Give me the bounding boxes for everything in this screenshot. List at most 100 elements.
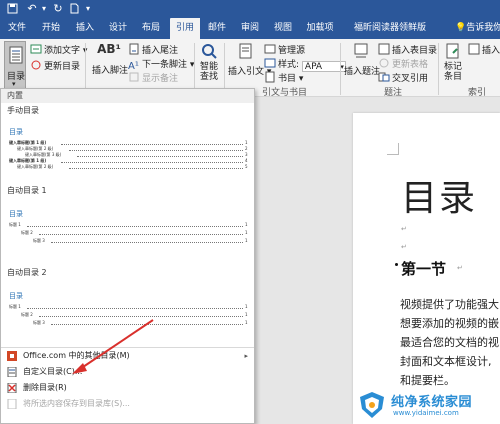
cross-reference-button[interactable]: 交叉引用: [378, 71, 428, 84]
toc-style-auto-1[interactable]: 目录 标题 1 1 标题 2 1 标题 3 1: [9, 201, 249, 253]
insert-citation-button[interactable]: 插入引文 ▾: [228, 43, 271, 77]
citation-icon: [239, 43, 252, 59]
watermark-url: www.yidaimei.com: [393, 409, 459, 417]
manage-sources-button[interactable]: 管理源: [264, 43, 305, 56]
refresh-icon: [378, 57, 390, 69]
menu-item-remove-toc[interactable]: 删除目录(R): [1, 381, 254, 395]
save-icon[interactable]: [6, 3, 18, 15]
toc-leader: [51, 324, 243, 325]
paragraph-mark: ↵: [401, 243, 407, 251]
tab-design[interactable]: 设计: [105, 18, 131, 39]
insert-table-of-figures-button[interactable]: 插入表目录: [378, 43, 437, 56]
tab-addins[interactable]: 加载项: [302, 18, 338, 39]
toc-leader: [69, 168, 243, 169]
style-icon: [264, 57, 276, 69]
gallery-section-title: 自动目录 2: [7, 268, 47, 277]
undo-icon[interactable]: ↶: [26, 3, 38, 15]
bibliography-button[interactable]: 书目 ▾: [264, 71, 303, 84]
custom-toc-icon: [7, 366, 17, 378]
toc-leader: [39, 234, 243, 235]
insert-footnote-button[interactable]: AB¹ 插入脚注: [92, 41, 128, 76]
shield-logo-icon: [360, 392, 384, 418]
paragraph-mark: ↵: [457, 264, 463, 272]
update-table-button: 更新表格: [378, 57, 428, 70]
style-selector[interactable]: 样式: APA ▾: [264, 57, 346, 72]
toc-leader: [61, 144, 243, 145]
gallery-header: 内置: [1, 89, 254, 103]
refresh-icon: [30, 59, 42, 71]
mark-entry-icon: [446, 43, 459, 59]
index-icon: [468, 43, 480, 55]
tab-review[interactable]: 审阅: [237, 18, 263, 39]
tab-foxit[interactable]: 福昕阅读器领鲜版: [344, 18, 436, 39]
redo-icon[interactable]: ↻: [52, 3, 64, 15]
toc-gallery-dropdown: 内置 手动目录 目录 键入章标题(第 1 级) 1 键入章标题(第 2 级) 2…: [0, 88, 255, 424]
document-paragraph: 视频提供了功能强大 想要添加的视频的嵌 最适合您的文档的视 封面和文本框设计, …: [400, 298, 499, 387]
document-title: 目录: [401, 178, 478, 219]
mark-entry-button[interactable]: 标记 条目: [442, 43, 464, 82]
title-bar: ↶ ▾ ↻ ▾: [0, 0, 500, 18]
cross-reference-icon: [378, 71, 390, 83]
smart-lookup-button[interactable]: 智能 查找: [198, 43, 220, 82]
toc-leader: [27, 226, 243, 227]
tab-home[interactable]: 开始: [38, 18, 64, 39]
tab-mailings[interactable]: 邮件: [204, 18, 230, 39]
divider: [438, 43, 439, 95]
remove-toc-icon: [7, 382, 17, 394]
endnote-icon: [128, 43, 140, 55]
document-heading: 第一节: [401, 260, 447, 278]
menu-item-save-selection: 将所选内容保存到目录库(S)...: [1, 397, 254, 411]
toc-icon: [9, 46, 23, 64]
word-window: ↶ ▾ ↻ ▾ 文件 开始 插入 设计 布局 引用 邮件 审阅 视图 加载项 福…: [0, 0, 500, 424]
menu-item-office-more-toc[interactable]: Office.com 中的其他目录(M) ▸: [1, 349, 254, 363]
heading-bullet: [395, 263, 398, 266]
tell-me-search[interactable]: 💡告诉我你: [455, 18, 500, 39]
chevron-down-icon: ▾: [12, 80, 16, 88]
tab-file[interactable]: 文件: [4, 18, 30, 39]
paragraph-mark: ↵: [401, 225, 407, 233]
bibliography-icon: [264, 71, 276, 83]
toc-leader: [51, 242, 243, 243]
document-page[interactable]: 目录 ↵ ↵ 第一节 ↵ 视频提供了功能强大 想要添加的视频的嵌 最适合您的文档…: [353, 113, 500, 424]
manage-sources-icon: [264, 43, 276, 55]
tab-layout[interactable]: 布局: [138, 18, 164, 39]
undo-dropdown-icon[interactable]: ▾: [38, 3, 50, 15]
toc-leader: [61, 162, 243, 163]
insert-index-button[interactable]: 插入索: [468, 43, 500, 56]
divider: [340, 43, 341, 95]
show-notes-button: 显示备注: [128, 71, 178, 84]
toc-leader: [27, 308, 243, 309]
chevron-right-icon: ▸: [244, 352, 248, 360]
menu-item-custom-toc[interactable]: 自定义目录(C)...: [1, 365, 254, 379]
ribbon-tabs: 文件 开始 插入 设计 布局 引用 邮件 审阅 视图 加载项 福昕阅读器领鲜版 …: [0, 18, 500, 39]
watermark-name: 纯净系统家园: [391, 395, 473, 410]
add-text-icon: [30, 43, 42, 55]
gallery-section-title: 自动目录 1: [7, 186, 47, 195]
footnote-icon: AB¹: [97, 42, 121, 56]
toc-style-auto-2[interactable]: 目录 标题 1 1 标题 2 1 标题 3 1: [9, 283, 249, 335]
tab-view[interactable]: 视图: [270, 18, 296, 39]
gallery-section-title: 手动目录: [7, 106, 39, 115]
watermark: 纯净系统家园 www.yidaimei.com: [353, 385, 500, 424]
lightbulb-icon: 💡: [455, 23, 467, 33]
update-toc-button[interactable]: 更新目录: [30, 59, 80, 72]
toc-style-manual[interactable]: 目录 键入章标题(第 1 级) 1 键入章标题(第 2 级) 2 键入章标题(第…: [9, 119, 249, 175]
toc-leader: [69, 150, 243, 151]
new-doc-icon[interactable]: [68, 3, 80, 15]
add-text-button[interactable]: 添加文字 ▾: [30, 43, 87, 56]
customize-qat-icon[interactable]: ▾: [82, 3, 94, 15]
tab-references[interactable]: 引用: [170, 18, 200, 39]
preview-title: 目录: [9, 210, 23, 218]
insert-endnote-button[interactable]: 插入尾注: [128, 43, 178, 56]
crop-mark: [387, 143, 399, 155]
preview-title: 目录: [9, 128, 23, 136]
toc-button[interactable]: 目录 ▾: [4, 41, 26, 91]
preview-title: 目录: [9, 292, 23, 300]
insert-caption-button[interactable]: 插入题注: [344, 43, 380, 77]
save-selection-icon: [7, 398, 17, 410]
toc-leader: [39, 316, 243, 317]
office-icon: [7, 351, 17, 361]
tab-insert[interactable]: 插入: [72, 18, 98, 39]
toc-leader: [77, 156, 243, 157]
table-of-figures-icon: [378, 43, 390, 55]
